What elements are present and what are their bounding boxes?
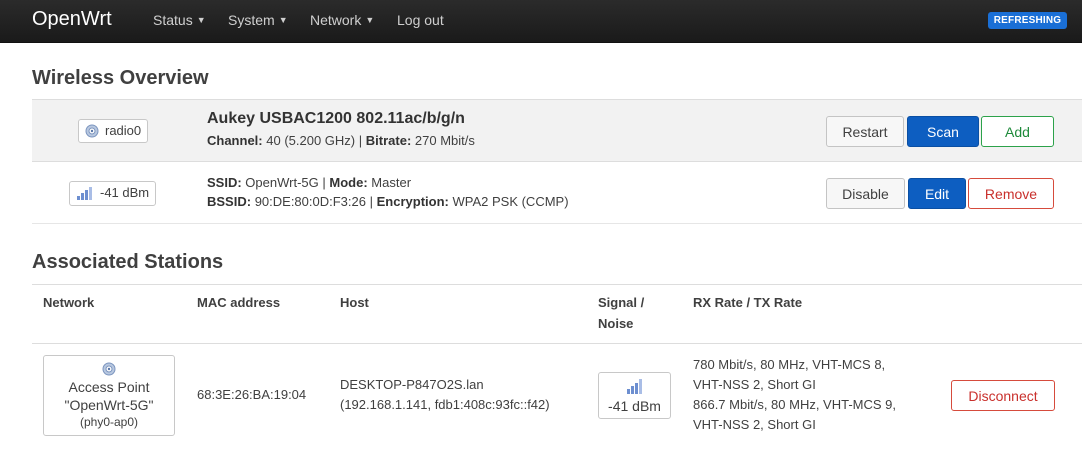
col-signal-label: Signal / [598,295,645,310]
col-mac-address: MAC address [197,295,281,310]
nav-system-label: System [228,12,275,28]
restart-button[interactable]: Restart [826,116,904,147]
nav-network-label: Network [310,12,362,28]
disable-button[interactable]: Disable [826,178,905,209]
refreshing-badge[interactable]: REFRESHING [988,12,1067,29]
chevron-down-icon: ▼ [278,15,288,25]
tx-rate-line1: 866.7 Mbit/s, 80 MHz, VHT-MCS 9, [693,397,897,412]
channel-label: Channel: [207,133,263,148]
wifi-ap-icon [102,362,116,376]
nav-network-menu[interactable]: Network ▼ [310,12,374,28]
col-network: Network [43,295,95,310]
ssid-value: OpenWrt-5G [245,175,319,190]
signal-strength-icon [626,379,642,394]
add-network-button[interactable]: Add [981,116,1054,147]
remove-button[interactable]: Remove [968,178,1054,209]
tx-rate-line2: VHT-NSS 2, Short GI [693,417,816,432]
chevron-down-icon: ▼ [365,15,375,25]
top-navbar: OpenWrt Status ▼ System ▼ Network ▼ Log out… [0,0,1082,43]
radio-info-line: Channel: 40 (5.200 GHz) | Bitrate: 270 M… [207,133,475,148]
rx-rate-line2: VHT-NSS 2, Short GI [693,377,816,392]
separator: | [369,194,373,209]
bitrate-value: 270 Mbit/s [414,133,475,148]
associated-stations-title: Associated Stations [32,251,224,273]
rx-rate-line1: 780 Mbit/s, 80 MHz, VHT-MCS 8, [693,357,886,372]
ap-interface-label: (phy0-ap0) [79,415,139,429]
bitrate-label: Bitrate: [365,133,412,148]
station-host: DESKTOP-P847O2S.lan (192.168.1.141, fdb1… [340,375,550,415]
encryption-value: WPA2 PSK (CCMP) [452,194,569,209]
station-mac: 68:3E:26:BA:19:04 [197,387,307,402]
nav-status-label: Status [153,12,193,28]
nav-logout-link[interactable]: Log out [397,12,444,28]
radio-badge-label: radio0 [105,123,142,138]
ap-type-label: Access Point [68,379,150,395]
separator: | [322,175,326,190]
edit-button[interactable]: Edit [908,178,966,209]
ssid-label: SSID: [207,175,242,190]
scan-button[interactable]: Scan [907,116,979,147]
mode-label: Mode: [329,175,368,190]
access-point-badge: Access Point "OpenWrt-5G" (phy0-ap0) [43,355,175,436]
station-hostname: DESKTOP-P847O2S.lan [340,377,484,392]
signal-badge: -41 dBm [69,181,157,206]
wifi-radio-icon [85,124,99,138]
mode-value: Master [371,175,412,190]
station-addresses: (192.168.1.141, fdb1:408c:93fc::f42) [340,397,550,412]
wireless-overview-title: Wireless Overview [32,67,209,89]
signal-strength-icon [77,187,92,200]
separator: | [358,133,363,148]
col-host: Host [340,295,369,310]
radio-device-name: Aukey USBAC1200 802.11ac/b/g/n [207,110,465,127]
bssid-label: BSSID: [207,194,252,209]
nav-system-menu[interactable]: System ▼ [228,12,288,28]
station-rates: 780 Mbit/s, 80 MHz, VHT-MCS 8, VHT-NSS 2… [693,355,896,435]
encryption-label: Encryption: [376,194,449,209]
col-signal-noise: Signal / Noise [598,292,644,334]
col-rx-tx-rate: RX Rate / TX Rate [693,295,803,310]
col-noise-label: Noise [598,316,634,331]
chevron-down-icon: ▼ [196,15,206,25]
radio-badge: radio0 [78,119,149,143]
bssid-value: 90:DE:80:0D:F3:26 [254,194,366,209]
stations-table-header [32,284,1082,344]
channel-value: 40 (5.200 GHz) [266,133,356,148]
nav-status-menu[interactable]: Status ▼ [153,12,206,28]
brand-logo[interactable]: OpenWrt [32,8,112,31]
disconnect-button[interactable]: Disconnect [951,380,1055,411]
station-signal-value: -41 dBm [608,398,661,414]
station-signal-badge: -41 dBm [598,372,671,419]
bssid-line: BSSID: 90:DE:80:0D:F3:26 | Encryption: W… [207,194,569,209]
signal-value: -41 dBm [100,185,150,200]
ssid-line: SSID: OpenWrt-5G | Mode: Master [207,175,411,190]
ap-ssid-label: "OpenWrt-5G" [64,397,154,413]
